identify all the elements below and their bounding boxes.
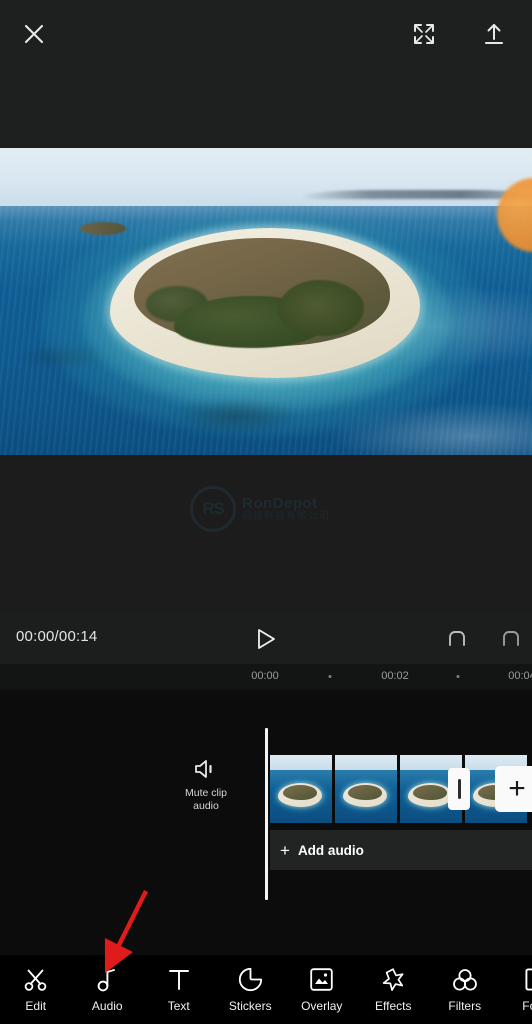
add-audio-plus-icon: + xyxy=(280,840,290,860)
play-icon xyxy=(258,629,275,649)
redo-button[interactable] xyxy=(494,622,530,656)
video-clip-track[interactable] xyxy=(270,755,532,823)
reef-shadow-front xyxy=(176,398,296,434)
ruler-tick-label: 00:02 xyxy=(381,670,409,682)
nav-item-effects[interactable]: Effects xyxy=(358,955,430,1024)
playhead[interactable] xyxy=(265,728,268,900)
speaker-mute-icon xyxy=(195,760,212,778)
nav-item-overlay[interactable]: Overlay xyxy=(286,955,358,1024)
nav-item-edit[interactable]: Edit xyxy=(0,955,72,1024)
distant-shoreline xyxy=(300,190,532,199)
nav-item-label: Edit xyxy=(25,998,47,1013)
ruler-ticks: 00:00 00:02 00:04 xyxy=(0,664,532,690)
timeline-ruler[interactable]: 00:00 00:02 00:04 xyxy=(0,664,532,690)
ruler-tick-label: 00:04 xyxy=(508,670,532,682)
overlay-image-icon xyxy=(309,967,334,993)
nav-item-filters[interactable]: Filters xyxy=(429,955,501,1024)
play-button[interactable] xyxy=(246,622,286,656)
fullscreen-button[interactable] xyxy=(402,12,446,56)
music-note-icon xyxy=(95,967,119,993)
small-islet xyxy=(80,222,126,235)
close-button[interactable] xyxy=(12,12,56,56)
format-square-icon xyxy=(524,967,532,993)
nav-item-label: Audio xyxy=(91,998,123,1013)
nav-item-label: Effects xyxy=(375,998,412,1013)
watermark-text: RonDepot 网络科技有限公司 xyxy=(242,496,330,522)
thumb-landmass xyxy=(348,785,382,800)
time-display: 00:00/00:14 xyxy=(16,628,98,645)
island xyxy=(110,228,420,378)
trim-handle-grip xyxy=(457,779,461,799)
sky-layer xyxy=(0,148,532,210)
undo-icon xyxy=(449,631,465,646)
watermark-logo: RS xyxy=(190,486,236,532)
nav-item-label: Form xyxy=(522,998,532,1013)
mute-clip-audio-label: Mute clip audio xyxy=(185,787,227,813)
close-icon xyxy=(24,24,44,44)
nav-item-label: Text xyxy=(167,998,190,1013)
sparkle-star-icon xyxy=(380,967,406,993)
redo-icon xyxy=(503,631,519,646)
mute-label-line-2: audio xyxy=(193,800,219,813)
top-bar xyxy=(0,0,532,148)
ruler-tick-dot xyxy=(456,675,460,678)
filters-circles-icon xyxy=(452,967,478,993)
mute-clip-audio-button[interactable]: Mute clip audio xyxy=(175,758,237,813)
nav-item-audio[interactable]: Audio xyxy=(72,955,144,1024)
fullscreen-icon xyxy=(414,24,434,44)
nav-item-form[interactable]: Form xyxy=(501,955,532,1024)
undo-button[interactable] xyxy=(440,622,476,656)
bottom-toolbar: Edit Audio Text Stickers Overlay Effects Filte… xyxy=(0,955,532,1024)
thumb-landmass xyxy=(283,785,317,800)
text-t-icon xyxy=(167,967,191,993)
trim-handle[interactable] xyxy=(448,768,470,810)
nav-item-label: Overlay xyxy=(301,998,343,1013)
playback-bar: 00:00/00:14 xyxy=(0,612,532,664)
nav-item-stickers[interactable]: Stickers xyxy=(215,955,287,1024)
export-icon xyxy=(485,24,503,44)
nav-item-label: Filters xyxy=(448,998,482,1013)
scissors-icon xyxy=(23,967,49,993)
ruler-tick-label: 00:00 xyxy=(251,670,279,682)
watermark-line-2: 网络科技有限公司 xyxy=(242,510,330,522)
video-preview[interactable] xyxy=(0,148,532,455)
video-editor-screen: RS RonDepot 网络科技有限公司 00:00/00:14 00:00 00… xyxy=(0,0,532,1024)
thumb-landmass xyxy=(413,785,447,800)
export-button[interactable] xyxy=(472,12,516,56)
add-audio-track[interactable]: + Add audio xyxy=(270,830,532,870)
sticker-icon xyxy=(238,967,263,993)
vegetation-right xyxy=(278,280,364,336)
nav-item-label: Stickers xyxy=(228,998,272,1013)
nav-item-text[interactable]: Text xyxy=(143,955,215,1024)
add-clip-button[interactable]: + xyxy=(495,766,532,812)
clip-thumbnail[interactable] xyxy=(270,755,332,823)
mute-label-line-1: Mute clip xyxy=(184,787,227,799)
ruler-tick-dot xyxy=(328,675,332,678)
add-audio-label: Add audio xyxy=(297,842,364,858)
clip-thumbnail[interactable] xyxy=(335,755,397,823)
watermark-line-1: RonDepot xyxy=(242,494,318,512)
watermark: RS RonDepot 网络科技有限公司 xyxy=(190,486,348,532)
